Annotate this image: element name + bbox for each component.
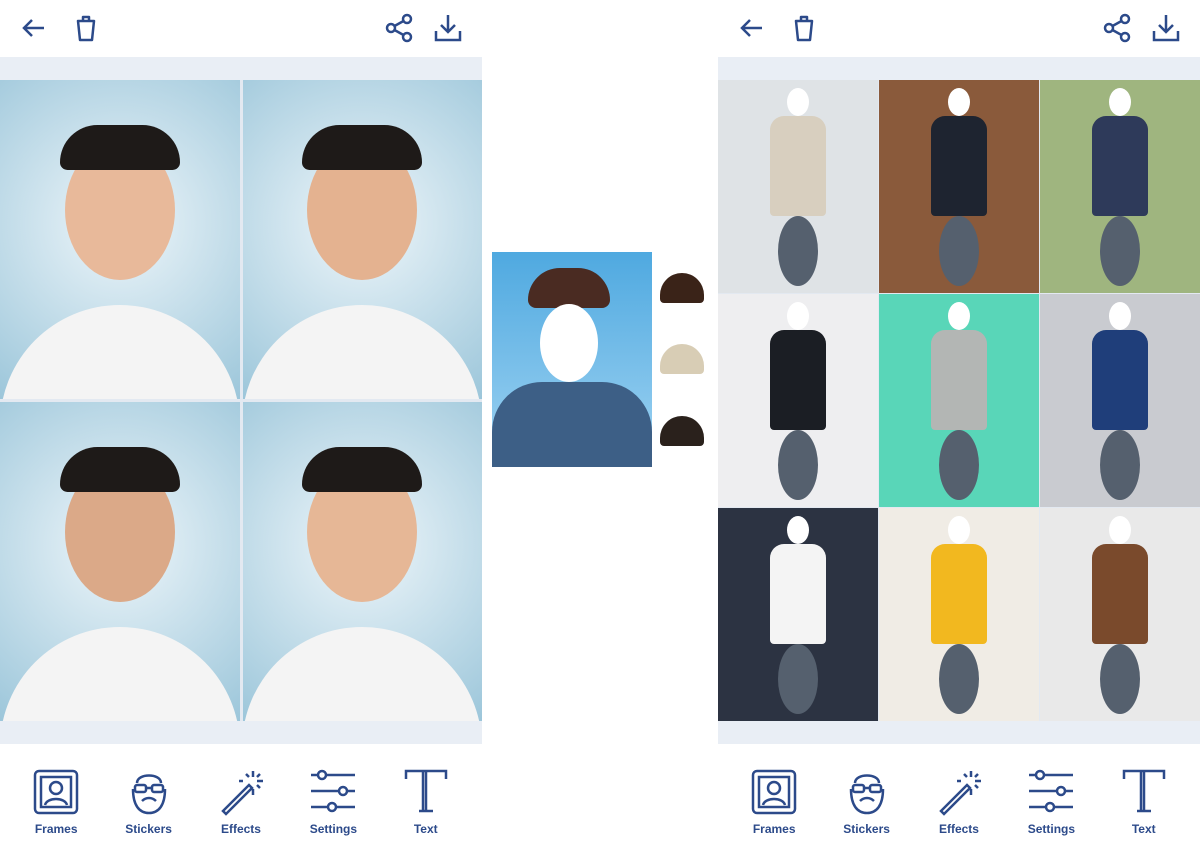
hair-option-short-dark-hair[interactable] [660, 416, 704, 447]
outfit-bowtie-shirt[interactable] [718, 508, 878, 721]
outfit-grey-trenchcoat[interactable] [879, 294, 1039, 507]
download-button[interactable] [432, 12, 464, 44]
tool-label: Effects [938, 821, 979, 836]
denim-jacket-template[interactable] [492, 252, 652, 467]
face-template-preview [492, 252, 708, 467]
tool-label: Settings [309, 821, 358, 836]
back-arrow-icon [22, 19, 44, 37]
tool-settings[interactable]: Settings [1016, 766, 1086, 836]
trash-button[interactable] [70, 12, 102, 44]
right-screen: Frames Stickers Effects Settings Text [718, 0, 1200, 857]
back-arrow-icon [740, 19, 762, 37]
tool-label: Frames [34, 821, 78, 836]
sliders-icon [311, 769, 356, 812]
tool-label: Text [1131, 821, 1156, 836]
top-toolbar [718, 0, 1200, 57]
trash-icon [76, 15, 96, 42]
face-result-beard-glasses[interactable] [0, 80, 240, 399]
hair-option-blonde-hair[interactable] [660, 344, 704, 375]
divider-strip [0, 57, 482, 80]
share-icon [1103, 13, 1131, 43]
share-button[interactable] [383, 12, 415, 44]
magic-wand-icon [939, 770, 981, 816]
download-icon [1152, 15, 1180, 42]
magic-wand-icon [221, 770, 263, 816]
outfit-black-coat[interactable] [718, 294, 878, 507]
bottom-toolbar: Frames Stickers Effects Settings Text [0, 744, 482, 857]
text-t-icon [1122, 769, 1165, 812]
face-result-blonde-yellow-glasses[interactable] [242, 402, 482, 721]
left-screen: Frames Stickers Effects Settings Text [0, 0, 482, 857]
divider-strip [0, 721, 482, 744]
text-t-icon [404, 769, 447, 812]
share-button[interactable] [1101, 12, 1133, 44]
tool-text[interactable]: Text [391, 766, 461, 836]
sliders-icon [1029, 769, 1074, 812]
divider-strip [718, 57, 1200, 80]
sticker-face-icon [131, 773, 166, 814]
hair-option-dark-hair[interactable] [660, 272, 704, 303]
share-icon [385, 13, 413, 43]
tool-effects[interactable]: Effects [924, 766, 994, 836]
top-toolbar [0, 0, 482, 57]
outfit-yellow-sweater[interactable] [879, 508, 1039, 721]
tool-label: Text [413, 821, 438, 836]
tool-label: Effects [220, 821, 261, 836]
sticker-face-icon [849, 773, 884, 814]
outfit-plaid-blazer-jeans[interactable] [1040, 80, 1200, 293]
back-arrow-button[interactable] [18, 12, 50, 44]
tool-stickers[interactable]: Stickers [832, 766, 902, 836]
download-button[interactable] [1150, 12, 1182, 44]
outfit-dark-shirt-bag[interactable] [879, 80, 1039, 293]
bottom-toolbar: Frames Stickers Effects Settings Text [718, 744, 1200, 857]
outfit-scarf-blazer[interactable] [718, 80, 878, 293]
tool-frames[interactable]: Frames [21, 766, 91, 836]
divider-strip [718, 721, 1200, 744]
frame-portrait-icon [33, 769, 79, 814]
tool-label: Stickers [843, 821, 890, 836]
tool-effects[interactable]: Effects [206, 766, 276, 836]
photo-grid [0, 80, 482, 721]
outfit-blue-blazer-shorts[interactable] [1040, 294, 1200, 507]
tool-label: Settings [1027, 821, 1076, 836]
face-result-hat-purple-glasses[interactable] [0, 402, 240, 721]
frame-portrait-icon [751, 769, 797, 814]
tool-label: Stickers [125, 821, 172, 836]
face-result-sunglasses-mustache[interactable] [242, 80, 482, 399]
photo-grid [718, 80, 1200, 721]
tool-text[interactable]: Text [1109, 766, 1179, 836]
tool-stickers[interactable]: Stickers [114, 766, 184, 836]
download-icon [434, 15, 462, 42]
tool-frames[interactable]: Frames [739, 766, 809, 836]
tool-settings[interactable]: Settings [298, 766, 368, 836]
trash-button[interactable] [788, 12, 820, 44]
tool-label: Frames [752, 821, 796, 836]
back-arrow-button[interactable] [736, 12, 768, 44]
outfit-brown-blazer[interactable] [1040, 508, 1200, 721]
trash-icon [794, 15, 814, 42]
hair-options-list [656, 252, 708, 467]
